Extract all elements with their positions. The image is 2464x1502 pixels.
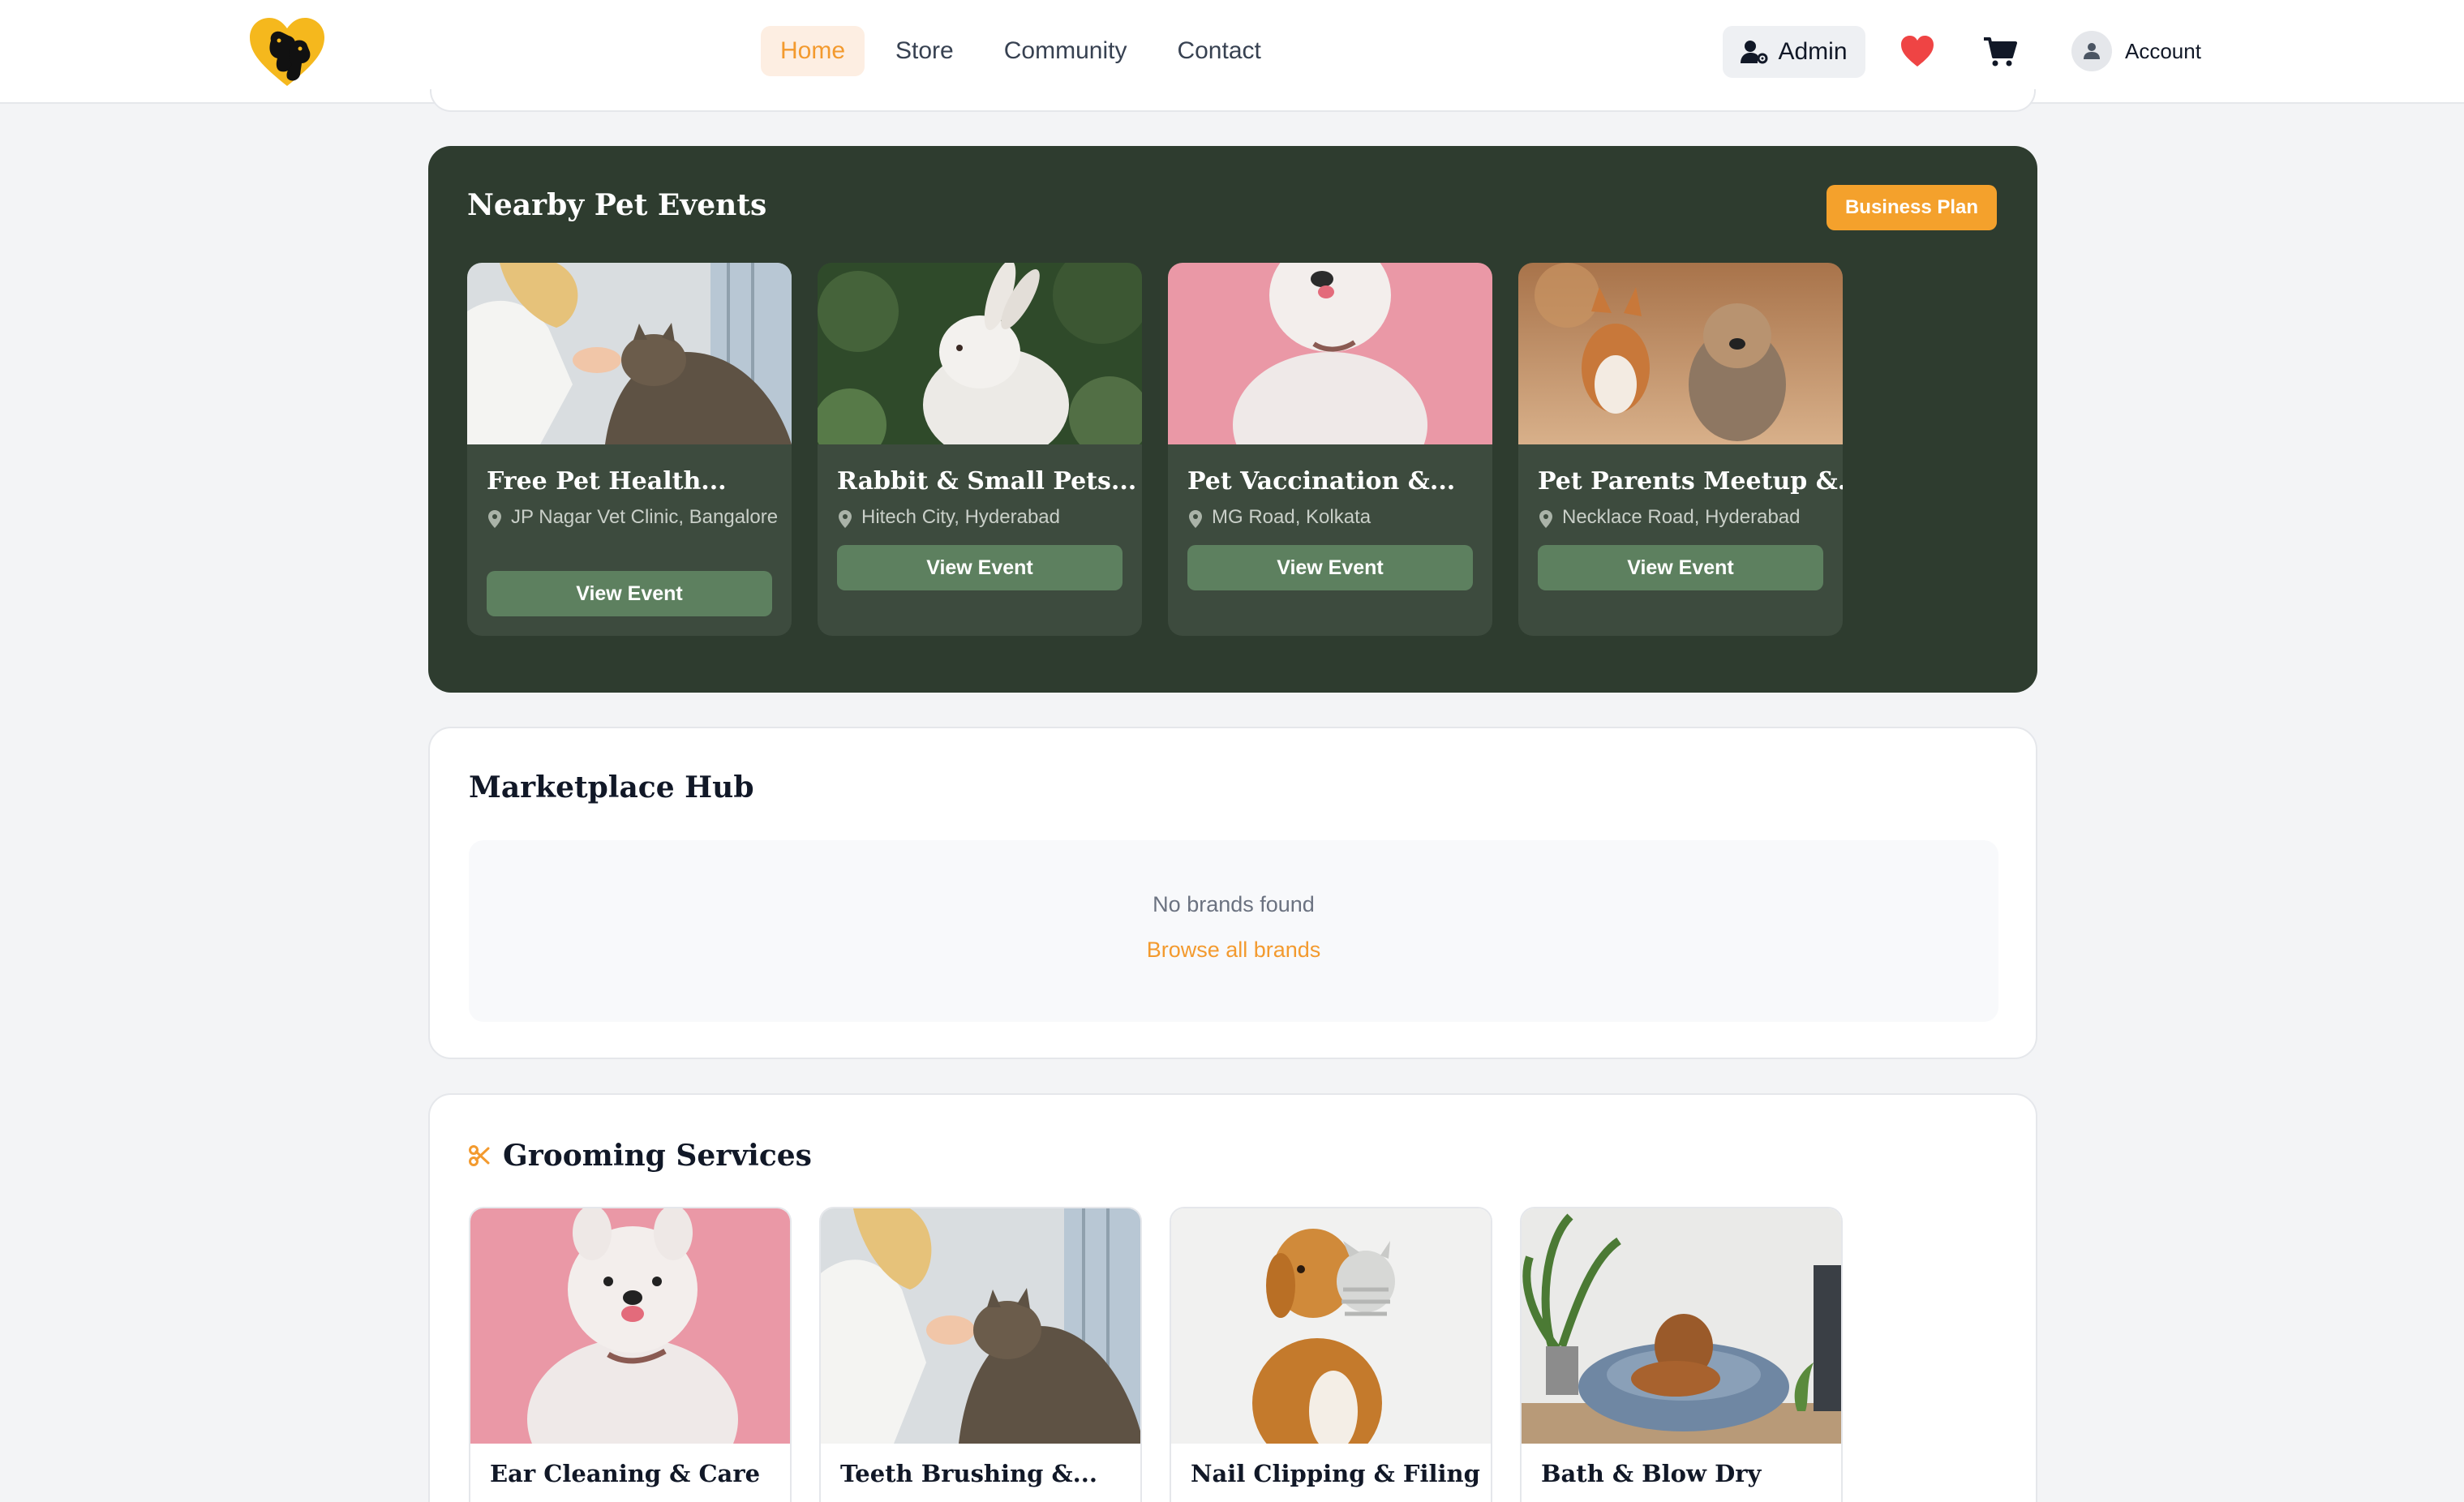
white-dog-pink-background-photo	[1168, 263, 1492, 444]
event-title: Pet Parents Meetup &...	[1538, 467, 1843, 496]
grooming-card[interactable]: Ear Cleaning & Care	[469, 1207, 792, 1502]
event-location: Hitech City, Hyderabad	[837, 504, 1129, 530]
nav-store[interactable]: Store	[876, 26, 973, 76]
event-title: Rabbit & Small Pets...	[837, 467, 1137, 496]
location-pin-icon	[1539, 510, 1552, 528]
avatar	[2071, 31, 2112, 71]
event-card[interactable]: Free Pet Health... JP Nagar Vet Clinic, …	[467, 263, 792, 636]
view-event-button[interactable]: View Event	[1538, 545, 1823, 590]
event-location-text: Necklace Road, Hyderabad	[1562, 506, 1801, 528]
event-card[interactable]: Rabbit & Small Pets... Hitech City, Hyde…	[818, 263, 1142, 636]
user-icon	[2084, 43, 2100, 59]
empty-state-panel: No brands found Browse all brands	[469, 840, 1998, 1022]
previous-section-card	[430, 89, 2036, 112]
event-location: JP Nagar Vet Clinic, Bangalore	[487, 504, 779, 530]
grooming-card-title: Bath & Blow Dry	[1541, 1460, 1762, 1487]
woman-with-cat-photo	[821, 1208, 1140, 1444]
grooming-card[interactable]: Teeth Brushing &...	[819, 1207, 1142, 1502]
grooming-title-text: Grooming Services	[503, 1139, 812, 1173]
event-location: Necklace Road, Hyderabad	[1538, 504, 1830, 530]
user-cog-icon	[1741, 41, 1768, 64]
nav-contact[interactable]: Contact	[1157, 26, 1280, 76]
grooming-card[interactable]: Bath & Blow Dry	[1520, 1207, 1843, 1502]
business-plan-button[interactable]: Business Plan	[1827, 185, 1997, 230]
grooming-card-title: Teeth Brushing &...	[840, 1460, 1097, 1487]
admin-label: Admin	[1778, 38, 1848, 65]
section-title: Nearby Pet Events	[467, 188, 767, 222]
heart-icon[interactable]	[1900, 34, 1935, 70]
event-title: Pet Vaccination &...	[1187, 467, 1456, 496]
event-card[interactable]: Pet Vaccination &... MG Road, Kolkata Vi…	[1168, 263, 1492, 636]
event-title: Free Pet Health...	[487, 467, 727, 496]
event-location-text: Hitech City, Hyderabad	[861, 506, 1060, 528]
event-location-text: JP Nagar Vet Clinic, Bangalore	[511, 506, 779, 528]
cart-icon[interactable]	[1982, 34, 2018, 70]
nearby-pet-events-section: Nearby Pet Events Business Plan Free Pet…	[428, 146, 2037, 693]
account-label: Account	[2125, 38, 2201, 63]
grooming-card-title: Nail Clipping & Filing	[1191, 1460, 1480, 1487]
grooming-card-title: Ear Cleaning & Care	[490, 1460, 761, 1487]
location-pin-icon	[488, 510, 501, 528]
no-brands-message: No brands found	[1153, 892, 1315, 916]
view-event-button[interactable]: View Event	[487, 571, 772, 616]
main-nav: Home Store Community Contact	[761, 26, 1281, 76]
admin-button[interactable]: Admin	[1723, 26, 1865, 78]
grooming-services-section: Grooming Services Ear Cleaning & Care Te…	[428, 1093, 2037, 1502]
event-card[interactable]: Pet Parents Meetup &... Necklace Road, H…	[1518, 263, 1843, 636]
white-dog-pink-background-photo	[470, 1208, 790, 1444]
account-menu[interactable]: Account	[2071, 31, 2201, 71]
pet-logo-icon[interactable]	[247, 16, 328, 89]
corgi-and-terrier-photo	[1518, 263, 1843, 444]
browse-all-brands-link[interactable]: Browse all brands	[469, 938, 1998, 963]
grooming-card[interactable]: Nail Clipping & Filing	[1170, 1207, 1492, 1502]
golden-retriever-with-toy-photo	[1171, 1208, 1491, 1444]
nav-community[interactable]: Community	[985, 26, 1147, 76]
scissors-icon	[469, 1145, 490, 1166]
event-location-text: MG Road, Kolkata	[1212, 506, 1372, 528]
view-event-button[interactable]: View Event	[1187, 545, 1473, 590]
view-event-button[interactable]: View Event	[837, 545, 1123, 590]
nav-home[interactable]: Home	[761, 26, 865, 76]
woman-with-cat-photo	[467, 263, 792, 444]
section-title: Grooming Services	[469, 1139, 812, 1173]
white-rabbit-photo	[818, 263, 1142, 444]
location-pin-icon	[1189, 510, 1202, 528]
section-title: Marketplace Hub	[469, 770, 754, 805]
top-navigation-bar: Home Store Community Contact Admin Accou…	[0, 0, 2464, 104]
dog-in-bed-photo	[1522, 1208, 1841, 1444]
location-pin-icon	[839, 510, 852, 528]
event-location: MG Road, Kolkata	[1187, 504, 1479, 530]
marketplace-hub-section: Marketplace Hub No brands found Browse a…	[428, 727, 2037, 1059]
